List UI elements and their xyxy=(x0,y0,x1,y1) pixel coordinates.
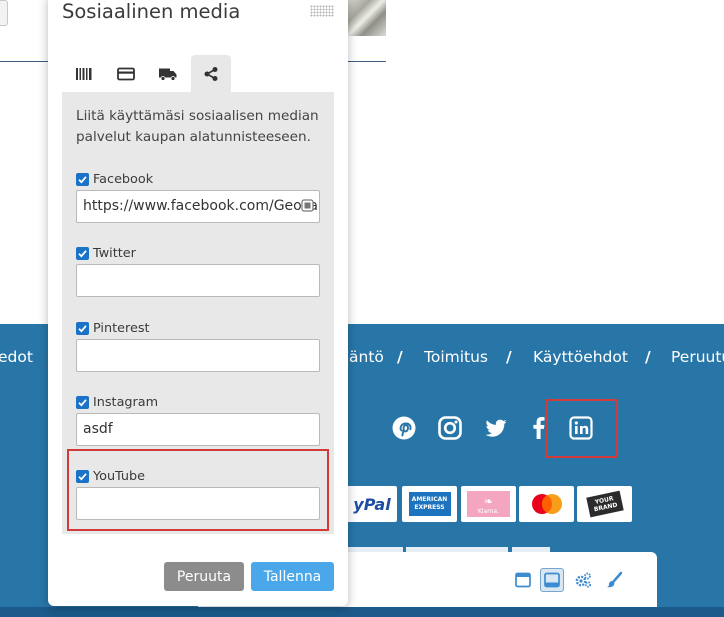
footer-bottom-bar xyxy=(0,607,724,617)
footer-link-toimitus[interactable]: Toimitus xyxy=(424,348,488,366)
your-brand-logo: YOUR BRAND xyxy=(577,486,632,522)
instagram-url-input[interactable]: asdf xyxy=(76,413,320,446)
layout-window-icon[interactable] xyxy=(511,568,535,592)
instagram-checkbox[interactable] xyxy=(76,395,89,409)
twitter-label-text: Twitter xyxy=(93,245,136,261)
footer-separator: / xyxy=(506,348,512,366)
tab-social-media[interactable] xyxy=(191,55,231,92)
save-button[interactable]: Tallenna xyxy=(251,562,334,591)
truck-icon xyxy=(159,68,177,81)
instagram-icon[interactable] xyxy=(436,414,464,442)
share-icon xyxy=(204,66,218,81)
amex-logo: AMERICAN EXPRESS xyxy=(402,486,457,522)
facebook-url-input[interactable]: https://www.facebook.com/Geocart xyxy=(76,190,320,223)
footer-separator: / xyxy=(645,348,651,366)
pinterest-url-input[interactable] xyxy=(76,339,320,372)
instagram-label-text: Instagram xyxy=(93,394,159,410)
brush-icon[interactable] xyxy=(602,568,626,592)
klarna-logo: ❧ Klarna. xyxy=(461,486,516,522)
pinterest-checkbox[interactable] xyxy=(76,321,89,335)
dialog-title: Sosiaalinen media xyxy=(62,0,241,23)
footer-link-kayttoehdot[interactable]: Käyttöehdot xyxy=(533,348,628,366)
drag-handle-icon[interactable] xyxy=(310,5,334,17)
twitter-url-input[interactable] xyxy=(76,264,320,297)
left-edge-button[interactable] xyxy=(0,0,8,26)
instagram-label: Instagram xyxy=(76,394,158,410)
mastercard-logo xyxy=(519,486,574,522)
twitter-label: Twitter xyxy=(76,245,136,261)
credit-card-icon xyxy=(117,67,135,80)
footer-link-palautus[interactable]: äntö xyxy=(349,348,384,366)
pinterest-icon[interactable] xyxy=(390,414,418,442)
input-autofill-icon[interactable] xyxy=(301,197,314,212)
panel-description: Liitä käyttämäsi sosiaalisen median palv… xyxy=(76,108,319,145)
cancel-button[interactable]: Peruuta xyxy=(164,562,244,591)
pinterest-label-text: Pinterest xyxy=(93,320,150,336)
facebook-checkbox[interactable] xyxy=(76,172,89,186)
linkedin-highlight-box xyxy=(546,399,618,458)
youtube-highlight-box xyxy=(67,449,329,531)
settings-icon[interactable] xyxy=(571,568,595,592)
facebook-label: Facebook xyxy=(76,171,153,187)
barcode-icon xyxy=(76,67,92,80)
footer-link-peruutus[interactable]: Peruutu xyxy=(671,348,724,366)
product-image-thumbnail xyxy=(348,0,386,36)
facebook-label-text: Facebook xyxy=(93,171,154,187)
twitter-icon[interactable] xyxy=(482,414,510,442)
footer-separator: / xyxy=(397,348,403,366)
footer-link-ehdot[interactable]: edot xyxy=(0,348,33,366)
layout-bottom-icon[interactable] xyxy=(540,568,564,592)
pinterest-label: Pinterest xyxy=(76,320,150,336)
tab-barcode[interactable] xyxy=(64,55,104,92)
tab-shipping[interactable] xyxy=(148,55,188,92)
twitter-checkbox[interactable] xyxy=(76,246,89,260)
tab-payment[interactable] xyxy=(106,55,146,92)
